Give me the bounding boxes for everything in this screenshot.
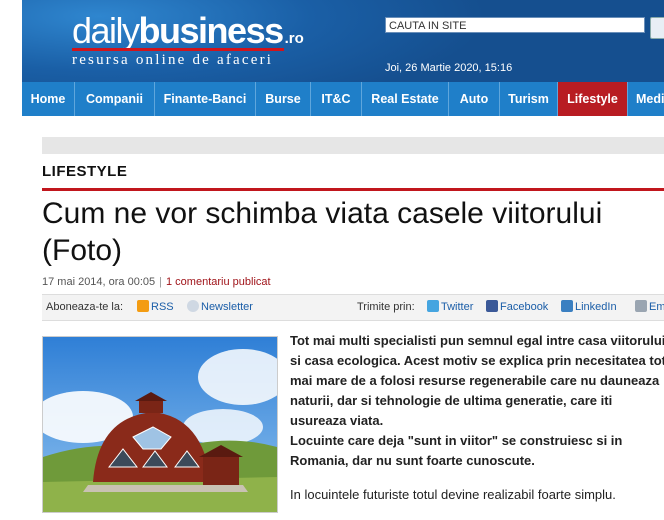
newsletter-icon <box>187 300 199 312</box>
left-gutter <box>0 0 22 520</box>
current-date: Joi, 26 Martie 2020, 15:16 <box>385 62 513 74</box>
nav-item-auto[interactable]: Auto <box>449 82 500 116</box>
facebook-link[interactable]: Facebook <box>500 301 548 313</box>
paragraph-futuristic: In locuintele futuriste totul devine rea… <box>290 487 616 502</box>
article-meta: 17 mai 2014, ora 00:05 | 1 comentariu publ… <box>42 276 271 288</box>
newsletter-link[interactable]: Newsletter <box>201 301 253 313</box>
comments-link[interactable]: 1 comentariu publicat <box>166 276 271 288</box>
nav-item-turism[interactable]: Turism <box>500 82 558 116</box>
nav-item-home[interactable]: Home <box>22 82 75 116</box>
linkedin-link[interactable]: LinkedIn <box>575 301 617 313</box>
article-title: Cum ne vor schimba viata casele viitorul… <box>42 197 603 267</box>
facebook-icon <box>486 300 498 312</box>
main-nav: Home Companii Finante-Banci Burse IT&C R… <box>22 82 664 116</box>
paragraph-intro: Tot mai multi specialisti pun semnul ega… <box>290 333 664 428</box>
search-button[interactable] <box>650 17 664 39</box>
section-divider <box>42 188 664 191</box>
top-gray-bar <box>42 137 664 154</box>
site-tagline: resursa online de afaceri <box>72 52 274 68</box>
article-image-dome-house[interactable] <box>42 336 278 513</box>
logo-business: business <box>138 10 285 51</box>
main-content: LIFESTYLE Cum ne vor schimba viata casel… <box>22 116 664 520</box>
nav-item-medi[interactable]: Medi <box>628 82 664 116</box>
article-body: Tot mai multi specialisti pun semnul ega… <box>290 331 664 505</box>
nav-item-companii[interactable]: Companii <box>75 82 155 116</box>
email-icon <box>635 300 647 312</box>
nav-item-real-estate[interactable]: Real Estate <box>362 82 449 116</box>
share-bar: Aboneaza-te la: RSS Newsletter Trimite p… <box>42 294 664 321</box>
logo-daily: daily <box>72 10 140 51</box>
twitter-link[interactable]: Twitter <box>441 301 473 313</box>
logo-underline <box>72 48 284 51</box>
twitter-icon <box>427 300 439 312</box>
meta-separator: | <box>159 276 162 288</box>
rss-icon <box>137 300 149 312</box>
dome-house-illustration <box>43 337 277 512</box>
logo-tld: .ro <box>284 30 304 47</box>
section-title[interactable]: LIFESTYLE <box>42 163 127 180</box>
nav-item-burse[interactable]: Burse <box>256 82 311 116</box>
article-date: 17 mai 2014, ora 00:05 <box>42 276 156 288</box>
nav-item-lifestyle[interactable]: Lifestyle <box>558 82 628 116</box>
rss-link[interactable]: RSS <box>151 301 174 313</box>
nav-item-itc[interactable]: IT&C <box>311 82 362 116</box>
site-header: dailybusiness .ro resursa online de aface… <box>22 0 664 82</box>
subscribe-label: Aboneaza-te la: <box>46 301 124 313</box>
email-link[interactable]: Email <box>649 301 664 313</box>
paragraph-romania: Locuinte care deja "sunt in viitor" se c… <box>290 433 623 468</box>
send-label: Trimite prin: <box>357 301 415 313</box>
search-input[interactable]: CAUTA IN SITE <box>385 17 645 33</box>
linkedin-icon <box>561 300 573 312</box>
nav-item-finante-banci[interactable]: Finante-Banci <box>155 82 256 116</box>
site-logo[interactable]: dailybusiness .ro <box>72 10 304 52</box>
